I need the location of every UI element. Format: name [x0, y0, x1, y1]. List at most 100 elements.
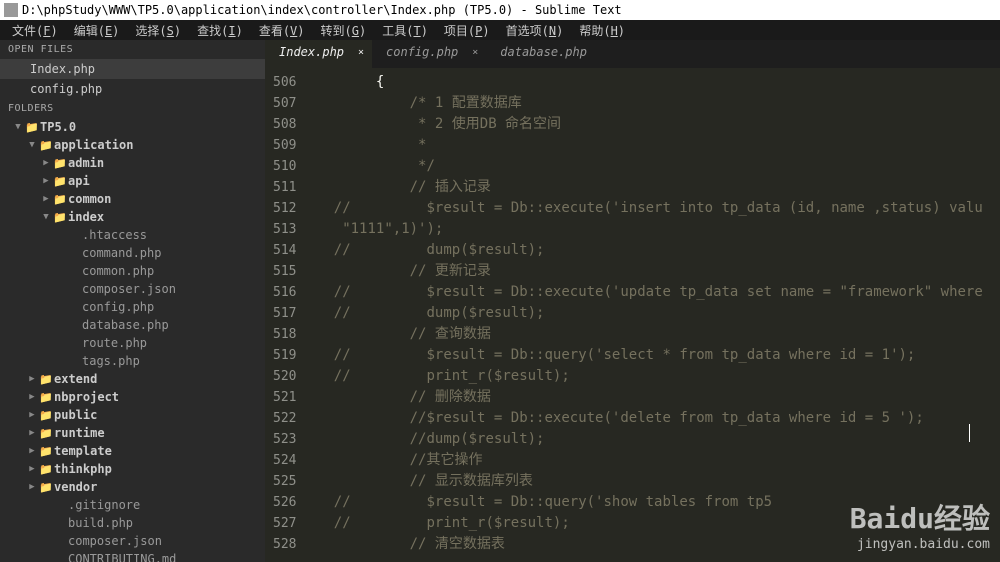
folder-icon: 📁: [52, 211, 68, 224]
tree-label: index: [68, 210, 104, 224]
tree-label: TP5.0: [40, 120, 76, 134]
disclosure-arrow-icon: ▶: [26, 482, 38, 492]
tree-label: vendor: [54, 480, 97, 494]
menu-item[interactable]: 帮助(H): [571, 20, 633, 40]
tree-label: config.php: [82, 300, 154, 314]
window-title: D:\phpStudy\WWW\TP5.0\application\index\…: [22, 3, 622, 17]
tree-label: command.php: [82, 246, 161, 260]
folder-node[interactable]: ▶📁public: [8, 406, 265, 424]
sidebar: OPEN FILES Index.phpconfig.php FOLDERS ▼…: [0, 40, 265, 562]
file-node[interactable]: composer.json: [8, 532, 265, 550]
file-node[interactable]: config.php: [8, 298, 265, 316]
folder-icon: 📁: [38, 391, 54, 404]
tree-label: thinkphp: [54, 462, 112, 476]
folder-node[interactable]: ▶📁runtime: [8, 424, 265, 442]
open-file[interactable]: Index.php: [0, 59, 265, 79]
file-node[interactable]: tags.php: [8, 352, 265, 370]
file-node[interactable]: command.php: [8, 244, 265, 262]
tree-label: public: [54, 408, 97, 422]
folder-node[interactable]: ▼📁index: [8, 208, 265, 226]
editor-tab[interactable]: database.php: [486, 40, 615, 68]
menu-item[interactable]: 选择(S): [127, 20, 189, 40]
code-editor[interactable]: 5065075085095105115125135145155165175185…: [265, 68, 1000, 562]
tree-label: .htaccess: [82, 228, 147, 242]
menu-item[interactable]: 转到(G): [313, 20, 375, 40]
folder-node[interactable]: ▶📁api: [8, 172, 265, 190]
tree-label: database.php: [82, 318, 169, 332]
folder-node[interactable]: ▶📁admin: [8, 154, 265, 172]
code-lines[interactable]: { /* 1 配置数据库 * 2 使用DB 命名空间 * */ // 插入记录 …: [308, 68, 1000, 562]
tree-label: common: [68, 192, 111, 206]
folder-icon: 📁: [38, 445, 54, 458]
tree-label: tags.php: [82, 354, 140, 368]
menu-item[interactable]: 查看(V): [251, 20, 313, 40]
disclosure-arrow-icon: ▶: [26, 446, 38, 456]
folder-node[interactable]: ▶📁thinkphp: [8, 460, 265, 478]
close-icon[interactable]: ×: [472, 47, 478, 58]
disclosure-arrow-icon: ▼: [40, 212, 52, 222]
tab-bar: Index.php × config.php × database.php: [265, 40, 1000, 68]
disclosure-arrow-icon: ▶: [26, 392, 38, 402]
menu-item[interactable]: 查找(I): [189, 20, 251, 40]
disclosure-arrow-icon: ▼: [12, 122, 24, 132]
folder-node[interactable]: ▶📁nbproject: [8, 388, 265, 406]
disclosure-arrow-icon: ▶: [26, 464, 38, 474]
file-node[interactable]: build.php: [8, 514, 265, 532]
tree-label: composer.json: [68, 534, 162, 548]
menu-item[interactable]: 编辑(E): [66, 20, 128, 40]
disclosure-arrow-icon: ▶: [40, 194, 52, 204]
file-node[interactable]: CONTRIBUTING.md: [8, 550, 265, 562]
folder-icon: 📁: [38, 139, 54, 152]
folder-node[interactable]: ▶📁template: [8, 442, 265, 460]
open-file[interactable]: config.php: [0, 79, 265, 99]
folder-icon: 📁: [38, 481, 54, 494]
tab-label: Index.php: [279, 45, 344, 59]
menu-item[interactable]: 项目(P): [436, 20, 498, 40]
folder-icon: 📁: [52, 157, 68, 170]
tree-label: route.php: [82, 336, 147, 350]
title-bar: D:\phpStudy\WWW\TP5.0\application\index\…: [0, 0, 1000, 20]
disclosure-arrow-icon: ▶: [40, 176, 52, 186]
folder-icon: 📁: [38, 427, 54, 440]
tree-label: runtime: [54, 426, 105, 440]
tree-label: template: [54, 444, 112, 458]
folder-node[interactable]: ▶📁vendor: [8, 478, 265, 496]
tree-label: build.php: [68, 516, 133, 530]
disclosure-arrow-icon: ▶: [26, 374, 38, 384]
menu-item[interactable]: 首选项(N): [498, 20, 572, 40]
file-node[interactable]: .htaccess: [8, 226, 265, 244]
tree-label: extend: [54, 372, 97, 386]
file-node[interactable]: common.php: [8, 262, 265, 280]
text-cursor: [969, 424, 970, 442]
folder-node[interactable]: ▼📁application: [8, 136, 265, 154]
tree-label: api: [68, 174, 90, 188]
file-node[interactable]: composer.json: [8, 280, 265, 298]
folders-header: FOLDERS: [0, 99, 265, 118]
disclosure-arrow-icon: ▶: [40, 158, 52, 168]
file-node[interactable]: .gitignore: [8, 496, 265, 514]
disclosure-arrow-icon: ▶: [26, 410, 38, 420]
folder-icon: 📁: [38, 409, 54, 422]
folder-icon: 📁: [52, 175, 68, 188]
tree-label: composer.json: [82, 282, 176, 296]
close-icon[interactable]: ×: [358, 47, 364, 58]
folder-icon: 📁: [52, 193, 68, 206]
folder-node[interactable]: ▶📁common: [8, 190, 265, 208]
editor-tab[interactable]: Index.php ×: [265, 40, 372, 68]
file-node[interactable]: database.php: [8, 316, 265, 334]
tab-label: database.php: [500, 45, 587, 59]
tree-label: admin: [68, 156, 104, 170]
disclosure-arrow-icon: ▶: [26, 428, 38, 438]
tree-label: nbproject: [54, 390, 119, 404]
folder-node[interactable]: ▼📁TP5.0: [8, 118, 265, 136]
menu-bar: 文件(F)编辑(E)选择(S)查找(I)查看(V)转到(G)工具(T)项目(P)…: [0, 20, 1000, 40]
editor-tab[interactable]: config.php ×: [372, 40, 486, 68]
folder-icon: 📁: [38, 373, 54, 386]
menu-item[interactable]: 工具(T): [374, 20, 436, 40]
tree-label: CONTRIBUTING.md: [68, 552, 176, 562]
tab-label: config.php: [386, 45, 458, 59]
menu-item[interactable]: 文件(F): [4, 20, 66, 40]
file-node[interactable]: route.php: [8, 334, 265, 352]
folder-icon: 📁: [24, 121, 40, 134]
folder-node[interactable]: ▶📁extend: [8, 370, 265, 388]
